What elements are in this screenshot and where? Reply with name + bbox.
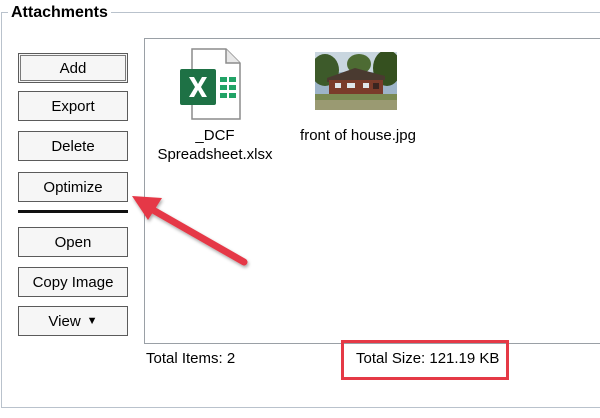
export-button[interactable]: Export xyxy=(18,91,128,121)
total-items-label: Total Items: 2 xyxy=(146,350,236,367)
copy-image-button[interactable]: Copy Image xyxy=(18,267,128,297)
open-button[interactable]: Open xyxy=(18,227,128,257)
view-button-label: View xyxy=(48,312,81,330)
total-size-label: Total Size: 121.19 KB xyxy=(356,350,500,367)
view-button[interactable]: View ▼ xyxy=(18,306,128,336)
house-photo-thumbnail xyxy=(315,52,397,110)
file-name-line2: Spreadsheet.xlsx xyxy=(157,146,273,163)
chevron-down-icon: ▼ xyxy=(86,315,98,327)
add-button[interactable]: Add xyxy=(18,53,128,83)
button-separator xyxy=(18,210,128,213)
file-name-line1: _DCF xyxy=(195,127,235,144)
file-name-photo: front of house.jpg xyxy=(300,127,416,144)
optimize-button[interactable]: Optimize xyxy=(18,172,128,202)
file-item-spreadsheet[interactable]: _DCF Spreadsheet.xlsx xyxy=(145,39,285,179)
excel-file-icon xyxy=(180,48,241,120)
delete-button[interactable]: Delete xyxy=(18,131,128,161)
attachments-title: Attachments xyxy=(8,3,111,23)
image-thumbnail[interactable] xyxy=(315,52,397,110)
